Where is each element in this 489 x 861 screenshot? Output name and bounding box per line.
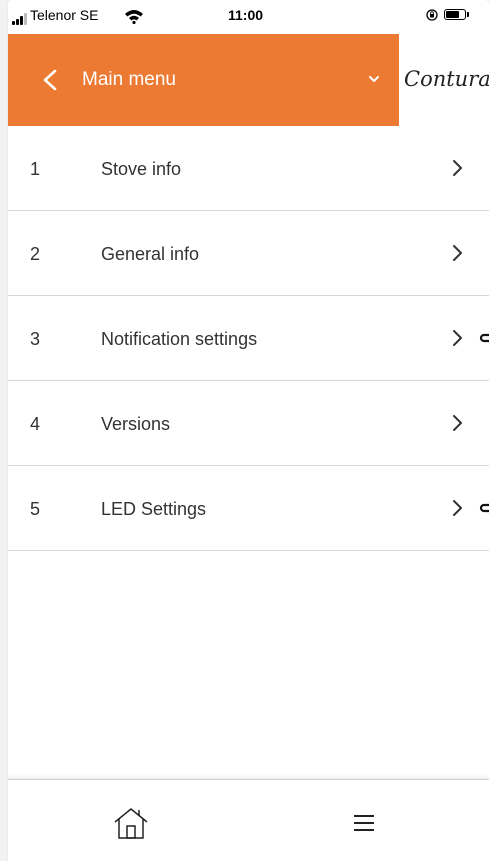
chevron-right-icon: [453, 500, 462, 516]
menu-item-led-settings[interactable]: 5 LED Settings: [8, 466, 489, 551]
page-title: Main menu: [82, 69, 176, 90]
toggle-edge-icon: [479, 333, 489, 343]
toggle-edge-icon: [479, 503, 489, 513]
home-icon[interactable]: [113, 806, 149, 840]
chevron-left-icon[interactable]: [42, 69, 58, 91]
app-header: Main menu Contura: [8, 34, 489, 126]
menu-item-stove-info[interactable]: 1 Stove info: [8, 126, 489, 211]
bottom-nav: [8, 779, 489, 861]
carrier-name: Telenor SE: [30, 7, 99, 23]
menu-item-number: 2: [30, 244, 41, 264]
signal-icon: [12, 13, 30, 25]
status-bar: Telenor SE 11:00: [8, 0, 489, 34]
wifi-icon: [125, 10, 143, 24]
brand-logo: Contura: [404, 67, 489, 91]
chevron-down-icon[interactable]: [368, 74, 380, 84]
menu-item-label: Stove info: [101, 159, 182, 179]
chevron-right-icon: [453, 330, 462, 346]
menu-item-number: 4: [30, 414, 41, 434]
chevron-right-icon: [453, 245, 462, 261]
menu-item-number: 1: [30, 159, 41, 179]
battery-nub: [467, 12, 469, 17]
menu-item-number: 3: [30, 329, 41, 349]
menu-item-label: LED Settings: [101, 499, 207, 519]
header-bar: Main menu: [8, 34, 399, 126]
menu-item-label: Versions: [101, 414, 171, 434]
menu-item-general-info[interactable]: 2 General info: [8, 211, 489, 296]
menu-item-versions[interactable]: 4 Versions: [8, 381, 489, 466]
menu-item-label: General info: [101, 244, 200, 264]
rotation-lock-icon: [426, 9, 438, 21]
menu-list: 1 Stove info 2 General info 3 Notificati…: [8, 126, 489, 551]
menu-item-number: 5: [30, 499, 41, 519]
status-time: 11:00: [228, 7, 264, 23]
chevron-right-icon: [453, 415, 462, 431]
chevron-right-icon: [453, 160, 462, 176]
hamburger-menu-icon[interactable]: [353, 814, 375, 832]
battery-icon: [444, 9, 466, 20]
phone-screen: Telenor SE 11:00 Main menu Contura 1 Sto…: [8, 0, 489, 861]
menu-item-notification-settings[interactable]: 3 Notification settings: [8, 296, 489, 381]
menu-item-label: Notification settings: [101, 329, 258, 349]
